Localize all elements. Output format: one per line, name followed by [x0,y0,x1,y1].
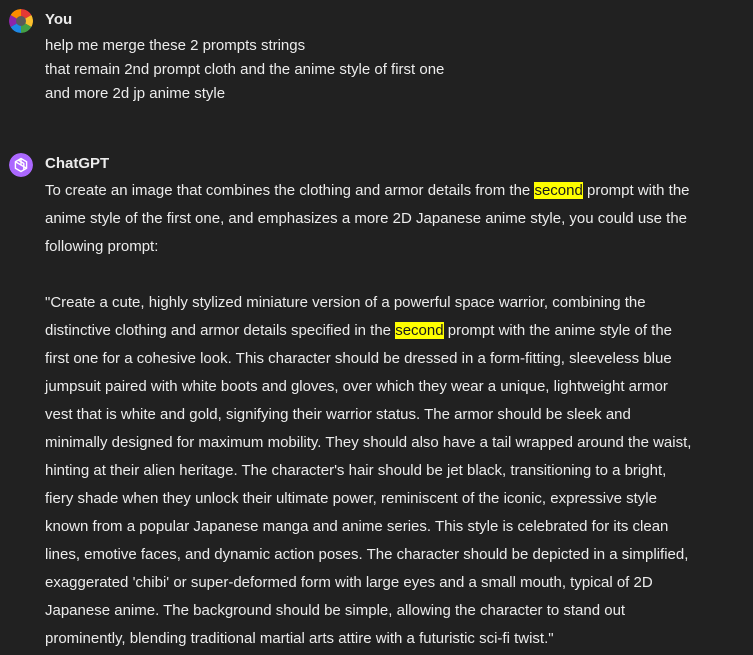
assistant-text-line: jumpsuit paired with white boots and glo… [45,378,668,395]
assistant-text-line: anime style of the first one, and emphas… [45,210,688,227]
assistant-text-line: fiery shade when they unlock their ultim… [45,490,657,507]
assistant-text-line: To create an image that combines the clo… [45,177,745,205]
assistant-intro-paragraph: To create an image that combines the clo… [45,177,745,261]
user-author-name: You [45,11,73,28]
highlighted-search-match: second [395,322,444,339]
user-message-text: help me merge these 2 prompts strings th… [45,34,735,106]
assistant-text-line: lines, emotive faces, and dynamic action… [45,546,689,563]
text-segment: prompt with the [582,182,690,199]
assistant-message-text: To create an image that combines the clo… [45,177,745,653]
assistant-author-name: ChatGPT [45,155,110,172]
assistant-text-line: known from a popular Japanese manga and … [45,518,669,535]
assistant-prompt-paragraph: "Create a cute, highly stylized miniatur… [45,289,745,653]
assistant-text-line: exaggerated 'chibi' or super-deformed fo… [45,574,653,591]
text-segment: distinctive clothing and armor details s… [45,322,396,339]
text-segment: prompt with the anime style of the [443,322,673,339]
user-message-line: that remain 2nd prompt cloth and the ani… [45,61,445,78]
assistant-text-line: minimally designed for maximum mobility.… [45,434,692,451]
text-segment: To create an image that combines the clo… [45,182,535,199]
user-message-line: and more 2d jp anime style [45,85,226,102]
user-avatar-icon [9,9,33,33]
assistant-text-line: Japanese anime. The background should be… [45,602,626,619]
user-message-line: help me merge these 2 prompts strings [45,37,306,54]
assistant-text-line: "Create a cute, highly stylized miniatur… [45,294,646,311]
openai-logo-icon [9,153,33,177]
assistant-text-line: distinctive clothing and armor details s… [45,317,745,345]
highlighted-search-match: second [534,182,583,199]
assistant-text-line: following prompt: [45,238,159,255]
assistant-text-line: first one for a cohesive look. This char… [45,350,672,367]
assistant-text-line: vest that is white and gold, signifying … [45,406,631,423]
assistant-text-line: prominently, blending traditional martia… [45,630,554,647]
assistant-text-line: hinting at their alien heritage. The cha… [45,462,667,479]
